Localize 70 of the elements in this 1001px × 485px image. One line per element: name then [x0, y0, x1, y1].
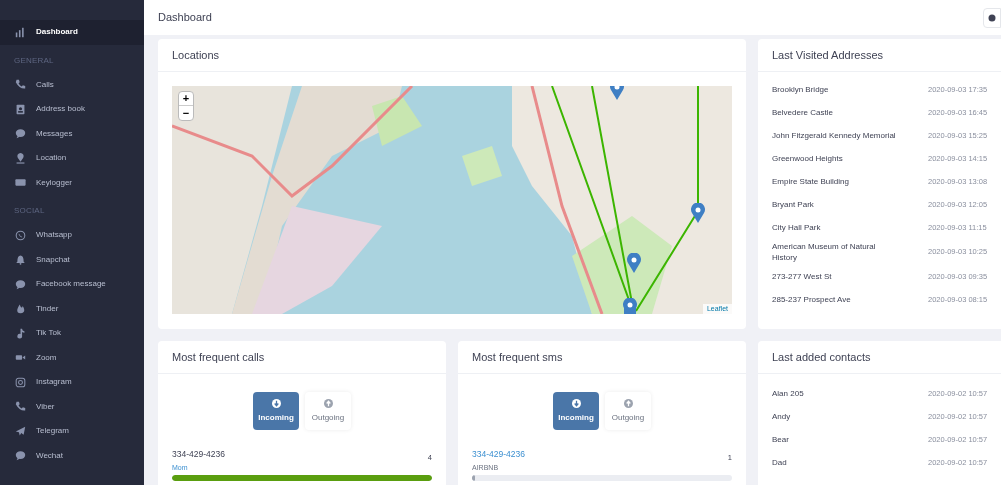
- zoom-in-button[interactable]: +: [179, 92, 193, 106]
- settings-button[interactable]: [983, 7, 1001, 28]
- sidebar-item[interactable]: Keylogger: [0, 170, 144, 195]
- phone-number: 334-429-4236: [172, 448, 225, 461]
- card-title: Last Visited Addresses: [758, 39, 1001, 72]
- map-marker-icon: [610, 86, 624, 100]
- sidebar-item[interactable]: Whatsapp: [0, 223, 144, 248]
- flame-icon: [15, 303, 26, 315]
- card-title: Last added contacts: [758, 341, 1001, 374]
- card-title: Most frequent sms: [458, 341, 746, 374]
- place-name: 285-237 Prospect Ave: [772, 294, 852, 305]
- chat-bubble-icon: [15, 450, 26, 462]
- arrow-down-icon: [271, 398, 281, 408]
- sidebar-item[interactable]: Address book: [0, 97, 144, 122]
- toggle-button[interactable]: Incoming: [253, 392, 299, 430]
- sidebar-item[interactable]: Wechat: [0, 443, 144, 468]
- sidebar-item[interactable]: Viber: [0, 394, 144, 419]
- toggle-button[interactable]: Outgoing: [305, 392, 351, 430]
- phone-icon: [15, 401, 26, 413]
- place-name: John Fitzgerald Kennedy Memorial: [772, 130, 896, 141]
- place-name: Empire State Building: [772, 176, 850, 187]
- place-name: Brooklyn Bridge: [772, 84, 830, 95]
- sidebar-item[interactable]: Zoom: [0, 345, 144, 370]
- place-name: City Hall Park: [772, 222, 822, 233]
- arrow-down-icon: [571, 398, 581, 408]
- contact-name: Bear: [772, 433, 790, 446]
- arrow-up-icon: [323, 398, 333, 408]
- map-marker-icon: [623, 298, 637, 314]
- sidebar-item[interactable]: Facebook message: [0, 272, 144, 297]
- camera-icon: [15, 376, 26, 388]
- arrow-up-icon: [623, 398, 633, 408]
- toggle-button[interactable]: Outgoing: [605, 392, 651, 430]
- place-name: Greenwood Heights: [772, 153, 844, 164]
- phone-icon: [15, 79, 26, 91]
- section-heading: SOCIAL: [13, 205, 46, 217]
- sidebar-item[interactable]: Calls: [0, 72, 144, 97]
- contact-name: Andy: [772, 410, 792, 423]
- sidebar-item[interactable]: Instagram: [0, 370, 144, 395]
- card-title: Most frequent calls: [158, 341, 446, 374]
- sidebar-item[interactable]: Telegram: [0, 419, 144, 444]
- map-marker-icon: [627, 253, 641, 273]
- music-note-icon: [15, 327, 26, 339]
- sidebar-item[interactable]: Tik Tok: [0, 321, 144, 346]
- place-name: 273-277 West St: [772, 271, 833, 282]
- map-marker-icon: [691, 203, 705, 223]
- contact-name: Dad: [772, 456, 788, 469]
- contact-name: Alan 205: [772, 387, 805, 400]
- phone-number-link[interactable]: 334-429-4236: [472, 448, 525, 461]
- chat-bubble-icon: [15, 128, 26, 140]
- location-pin-icon: [15, 152, 26, 164]
- place-name: American Museum of Natural History: [772, 241, 877, 263]
- keyboard-icon: [15, 177, 26, 189]
- page-title: Dashboard: [158, 10, 212, 26]
- chart-icon: [15, 26, 26, 38]
- contact-card-icon: [15, 103, 26, 115]
- place-name: Belvedere Castle: [772, 107, 834, 118]
- chat-bubble-icon: [15, 278, 26, 290]
- place-name: Bryant Park: [772, 199, 815, 210]
- card-title: Locations: [158, 39, 746, 72]
- sidebar-item[interactable]: Snapchat: [0, 247, 144, 272]
- toggle-button[interactable]: Incoming: [553, 392, 599, 430]
- zoom-out-button[interactable]: −: [179, 106, 193, 120]
- paper-plane-icon: [15, 425, 26, 437]
- sidebar-item[interactable]: Location: [0, 146, 144, 171]
- section-heading: GENERAL: [13, 54, 55, 67]
- sidebar-item[interactable]: Dashboard: [0, 20, 144, 45]
- sidebar-item[interactable]: Messages: [0, 121, 144, 146]
- sidebar-item[interactable]: Tinder: [0, 296, 144, 321]
- bell-icon: [15, 254, 26, 266]
- whatsapp-icon: [15, 229, 26, 241]
